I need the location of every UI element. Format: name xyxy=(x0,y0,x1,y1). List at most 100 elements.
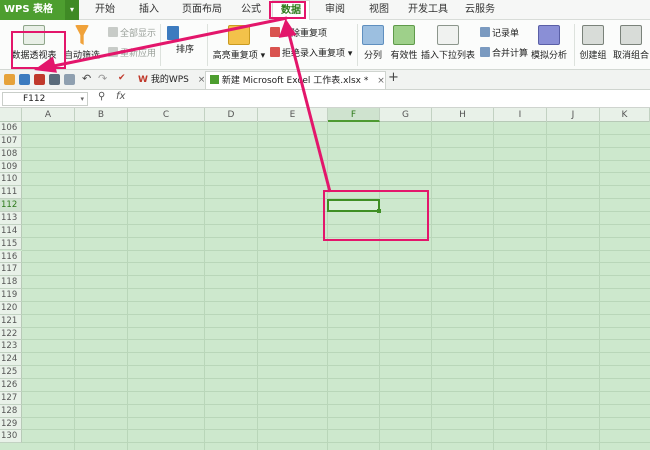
undo-icon[interactable]: ↶ xyxy=(82,72,91,85)
column-header[interactable]: B xyxy=(75,108,128,122)
row-header[interactable]: 113 xyxy=(0,211,22,225)
tab-review[interactable]: 审阅 xyxy=(316,0,354,20)
column-header-selected[interactable]: F xyxy=(328,108,380,122)
insert-dropdown-button[interactable]: 插入下拉列表 xyxy=(420,25,476,61)
tab-view[interactable]: 视图 xyxy=(360,0,398,20)
function-wizard-icon[interactable]: fx xyxy=(116,91,125,102)
formula-input[interactable] xyxy=(160,92,648,106)
column-header[interactable]: H xyxy=(432,108,494,122)
grid-column-line xyxy=(431,122,432,450)
row-header[interactable]: 124 xyxy=(0,353,22,367)
row-header[interactable]: 126 xyxy=(0,379,22,392)
delete-duplicates-button[interactable]: 删除重复项 xyxy=(270,26,327,39)
sort-icon xyxy=(167,26,179,40)
create-group-button[interactable]: 创建组 xyxy=(578,25,608,61)
column-header[interactable]: I xyxy=(494,108,547,122)
auto-filter-button[interactable]: 自动筛选 xyxy=(62,25,102,61)
row-header[interactable]: 127 xyxy=(0,391,22,405)
reapply-button[interactable]: 重新应用 xyxy=(108,46,156,59)
column-header[interactable]: K xyxy=(600,108,650,122)
row-header[interactable]: 120 xyxy=(0,301,22,315)
row-header[interactable]: 114 xyxy=(0,224,22,238)
doc-tab-my-wps[interactable]: W 我的WPS × xyxy=(134,71,205,89)
ungroup-icon xyxy=(620,25,642,45)
redo-icon[interactable]: ↷ xyxy=(98,72,107,85)
tab-formulas[interactable]: 公式 xyxy=(232,0,270,20)
close-icon[interactable]: × xyxy=(377,76,385,86)
save-icon[interactable] xyxy=(19,74,30,85)
open-folder-icon[interactable] xyxy=(4,74,15,85)
column-header[interactable]: J xyxy=(547,108,600,122)
chevron-down-icon[interactable]: ▾ xyxy=(80,93,84,105)
ribbon-separator xyxy=(207,24,208,66)
row-header[interactable]: 118 xyxy=(0,276,22,290)
new-tab-icon[interactable]: + xyxy=(388,70,399,85)
row-header[interactable]: 129 xyxy=(0,417,22,431)
funnel-icon xyxy=(75,25,89,45)
grid-row-line xyxy=(22,390,650,392)
ungroup-button[interactable]: 取消组合 xyxy=(612,25,650,61)
row-header[interactable]: 119 xyxy=(0,289,22,302)
spreadsheet-grid[interactable]: A B C D E F G H I J K 106 107 108 109 110 111… xyxy=(0,108,650,450)
record-form-button[interactable]: 记录单 xyxy=(480,26,519,39)
select-all-corner[interactable] xyxy=(0,108,22,122)
formula-bar: F112 ▾ ⚲ fx xyxy=(0,90,650,108)
grid-row-line xyxy=(22,429,650,431)
row-header[interactable]: 117 xyxy=(0,263,22,277)
sort-label: 排序 xyxy=(175,45,194,55)
validity-button[interactable]: 有效性 xyxy=(388,25,420,61)
row-header[interactable]: 123 xyxy=(0,340,22,354)
simulation-label: 模拟分析 xyxy=(530,51,567,61)
ungroup-label: 取消组合 xyxy=(612,51,649,61)
app-name: WPS 表格 xyxy=(4,4,54,15)
row-header[interactable]: 121 xyxy=(0,314,22,328)
row-header[interactable]: 116 xyxy=(0,250,22,264)
highlight-box-pivot-table xyxy=(11,31,66,69)
reapply-icon xyxy=(108,47,118,57)
sort-button[interactable]: 排序 xyxy=(165,26,205,55)
app-menu-button[interactable]: WPS 表格 ▾ xyxy=(0,0,79,20)
consolidate-icon xyxy=(480,47,490,57)
customize-toolbar-icon[interactable]: ✔ xyxy=(118,73,126,83)
simulation-analysis-button[interactable]: 模拟分析 xyxy=(528,25,570,61)
row-header[interactable]: 130 xyxy=(0,430,22,444)
export-pdf-icon[interactable] xyxy=(34,74,45,85)
print-preview-icon[interactable] xyxy=(64,74,75,85)
doc-tab-workbook[interactable]: 新建 Microsoft Excel 工作表.xlsx * × xyxy=(205,71,386,89)
app-menu-dropdown-icon[interactable]: ▾ xyxy=(65,0,79,20)
tab-insert[interactable]: 插入 xyxy=(130,0,168,20)
column-header[interactable]: A xyxy=(22,108,75,122)
grid-column-line xyxy=(599,122,600,450)
row-header-selected[interactable]: 112 xyxy=(0,199,22,212)
zoom-search-icon[interactable]: ⚲ xyxy=(98,91,105,102)
row-header[interactable]: 111 xyxy=(0,186,22,200)
grid-column-line xyxy=(327,122,328,450)
row-header[interactable]: 122 xyxy=(0,327,22,341)
reject-duplicates-button[interactable]: 拒绝录入重复项 ▾ xyxy=(270,46,352,59)
column-header[interactable]: D xyxy=(205,108,258,122)
tab-developer[interactable]: 开发工具 xyxy=(400,0,456,20)
tab-page-layout[interactable]: 页面布局 xyxy=(174,0,230,20)
highlight-duplicates-button[interactable]: 高亮重复项 ▾ xyxy=(210,25,268,61)
row-header[interactable]: 108 xyxy=(0,147,22,161)
column-header[interactable]: C xyxy=(128,108,205,122)
row-header[interactable]: 110 xyxy=(0,173,22,187)
column-header[interactable]: G xyxy=(380,108,432,122)
consolidate-button[interactable]: 合并计算 xyxy=(480,46,528,59)
simulation-icon xyxy=(538,25,560,45)
column-header[interactable]: E xyxy=(258,108,328,122)
grid-row-line xyxy=(22,442,650,444)
print-icon[interactable] xyxy=(49,74,60,85)
name-box[interactable]: F112 ▾ xyxy=(2,92,88,106)
row-header[interactable]: 107 xyxy=(0,134,22,148)
tab-cloud[interactable]: 云服务 xyxy=(456,0,504,20)
split-columns-button[interactable]: 分列 xyxy=(360,25,386,61)
row-header[interactable]: 128 xyxy=(0,404,22,418)
show-all-button[interactable]: 全部显示 xyxy=(108,26,156,39)
row-header[interactable]: 115 xyxy=(0,237,22,251)
record-form-label: 记录单 xyxy=(492,29,520,39)
row-header[interactable]: 125 xyxy=(0,366,22,379)
row-header[interactable]: 109 xyxy=(0,160,22,174)
tab-home[interactable]: 开始 xyxy=(86,0,124,20)
row-header[interactable]: 106 xyxy=(0,122,22,135)
